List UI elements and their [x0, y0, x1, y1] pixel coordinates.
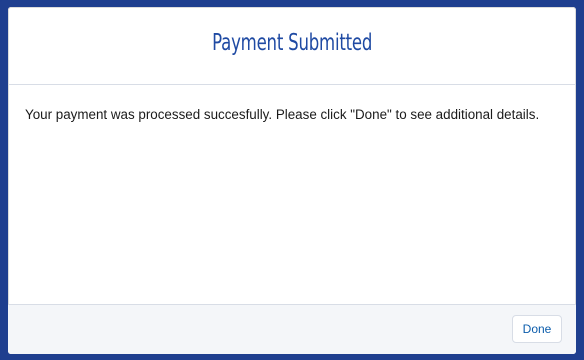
done-button[interactable]: Done — [512, 315, 562, 343]
modal-header: Payment Submitted — [8, 7, 576, 85]
payment-modal: Payment Submitted Your payment was proce… — [8, 7, 576, 354]
modal-footer: Done — [8, 304, 576, 354]
modal-title: Payment Submitted — [211, 29, 373, 56]
modal-message: Your payment was processed succesfully. … — [25, 107, 540, 122]
modal-body: Your payment was processed succesfully. … — [8, 85, 576, 304]
